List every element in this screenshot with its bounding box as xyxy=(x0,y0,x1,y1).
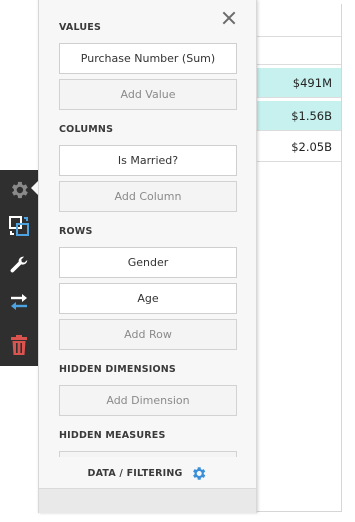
section-title-hidden-dimensions: HIDDEN DIMENSIONS xyxy=(59,364,176,375)
gear-icon xyxy=(193,466,206,480)
row-field[interactable]: Age xyxy=(59,283,237,314)
grid-header xyxy=(256,4,341,37)
section-title-rows: ROWS xyxy=(59,226,93,237)
section-title-hidden-measures: HIDDEN MEASURES xyxy=(59,430,166,441)
data-filtering-link[interactable]: DATA / FILTERING xyxy=(39,462,256,484)
grid-divider xyxy=(256,64,341,65)
data-filtering-label: DATA / FILTERING xyxy=(87,467,183,479)
section-title-columns: COLUMNS xyxy=(59,124,114,135)
add-value-button[interactable]: Add Value xyxy=(59,79,237,110)
swap-arrows-icon xyxy=(11,294,27,310)
add-measure-button[interactable] xyxy=(59,451,237,457)
wrench-icon xyxy=(10,256,28,273)
close-icon[interactable] xyxy=(220,9,238,27)
panel-pointer xyxy=(31,181,38,195)
layout-convert-icon xyxy=(9,216,29,236)
pivot-grid: $491M $1.56B $2.05B xyxy=(256,4,342,512)
grid-cell: $2.05B xyxy=(256,132,341,162)
section-title-values: VALUES xyxy=(59,22,102,33)
grid-cell: $491M xyxy=(256,68,341,98)
trash-icon xyxy=(11,335,27,355)
delete-button[interactable] xyxy=(0,327,38,363)
row-field[interactable]: Gender xyxy=(59,247,237,278)
grid-cell: $1.56B xyxy=(256,101,341,131)
swap-button[interactable] xyxy=(0,284,38,320)
add-column-button[interactable]: Add Column xyxy=(59,181,237,212)
panel-bottom-bar xyxy=(39,488,256,513)
column-field[interactable]: Is Married? xyxy=(59,145,237,176)
gear-icon xyxy=(12,181,28,199)
widget-toolbar xyxy=(0,170,38,366)
convert-button[interactable] xyxy=(0,208,38,244)
add-row-button[interactable]: Add Row xyxy=(59,319,237,350)
add-dimension-button[interactable]: Add Dimension xyxy=(59,385,237,416)
binding-panel: VALUES Purchase Number (Sum) Add Value C… xyxy=(38,0,257,513)
options-button[interactable] xyxy=(0,247,38,283)
value-field[interactable]: Purchase Number (Sum) xyxy=(59,43,237,74)
